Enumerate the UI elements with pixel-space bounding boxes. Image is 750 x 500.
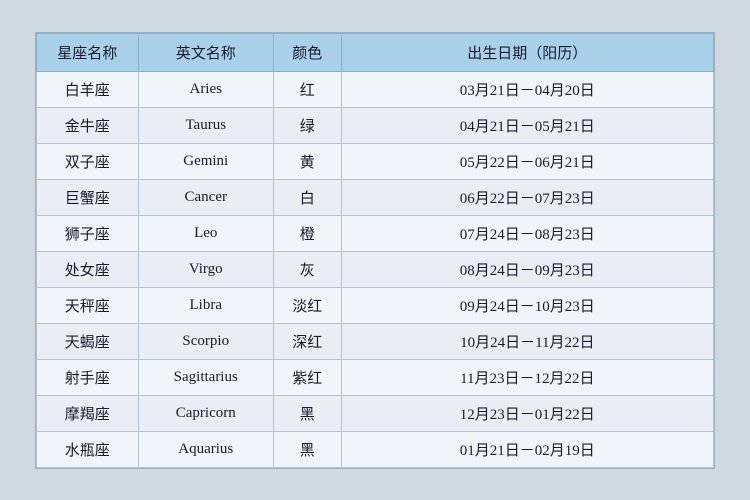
cell-english: Taurus	[138, 107, 273, 143]
cell-date: 04月21日－05月21日	[341, 107, 713, 143]
cell-date: 08月24日－09月23日	[341, 251, 713, 287]
table-row: 天蝎座Scorpio深红10月24日－11月22日	[37, 323, 714, 359]
cell-english: Aquarius	[138, 431, 273, 467]
cell-color: 红	[273, 71, 341, 107]
cell-color: 黑	[273, 431, 341, 467]
cell-english: Aries	[138, 71, 273, 107]
header-english: 英文名称	[138, 33, 273, 71]
cell-color: 紫红	[273, 359, 341, 395]
table-row: 白羊座Aries红03月21日－04月20日	[37, 71, 714, 107]
cell-color: 淡红	[273, 287, 341, 323]
cell-date: 03月21日－04月20日	[341, 71, 713, 107]
cell-english: Sagittarius	[138, 359, 273, 395]
cell-chinese: 白羊座	[37, 71, 139, 107]
cell-color: 白	[273, 179, 341, 215]
header-color: 颜色	[273, 33, 341, 71]
cell-english: Leo	[138, 215, 273, 251]
cell-chinese: 射手座	[37, 359, 139, 395]
table-row: 处女座Virgo灰08月24日－09月23日	[37, 251, 714, 287]
table-row: 水瓶座Aquarius黑01月21日－02月19日	[37, 431, 714, 467]
cell-chinese: 天秤座	[37, 287, 139, 323]
cell-date: 09月24日－10月23日	[341, 287, 713, 323]
cell-english: Gemini	[138, 143, 273, 179]
table-row: 巨蟹座Cancer白06月22日－07月23日	[37, 179, 714, 215]
cell-color: 绿	[273, 107, 341, 143]
cell-color: 灰	[273, 251, 341, 287]
cell-date: 01月21日－02月19日	[341, 431, 713, 467]
table-header-row: 星座名称 英文名称 颜色 出生日期（阳历）	[37, 33, 714, 71]
header-chinese: 星座名称	[37, 33, 139, 71]
cell-english: Virgo	[138, 251, 273, 287]
table-row: 金牛座Taurus绿04月21日－05月21日	[37, 107, 714, 143]
cell-color: 黑	[273, 395, 341, 431]
table-row: 狮子座Leo橙07月24日－08月23日	[37, 215, 714, 251]
cell-date: 07月24日－08月23日	[341, 215, 713, 251]
cell-color: 橙	[273, 215, 341, 251]
cell-date: 06月22日－07月23日	[341, 179, 713, 215]
cell-date: 12月23日－01月22日	[341, 395, 713, 431]
cell-chinese: 水瓶座	[37, 431, 139, 467]
cell-chinese: 金牛座	[37, 107, 139, 143]
cell-chinese: 巨蟹座	[37, 179, 139, 215]
table-row: 天秤座Libra淡红09月24日－10月23日	[37, 287, 714, 323]
cell-chinese: 处女座	[37, 251, 139, 287]
cell-color: 深红	[273, 323, 341, 359]
cell-english: Scorpio	[138, 323, 273, 359]
cell-chinese: 摩羯座	[37, 395, 139, 431]
zodiac-table-container: 星座名称 英文名称 颜色 出生日期（阳历） 白羊座Aries红03月21日－04…	[35, 32, 715, 469]
cell-chinese: 双子座	[37, 143, 139, 179]
cell-date: 11月23日－12月22日	[341, 359, 713, 395]
cell-chinese: 天蝎座	[37, 323, 139, 359]
cell-english: Cancer	[138, 179, 273, 215]
table-row: 摩羯座Capricorn黑12月23日－01月22日	[37, 395, 714, 431]
table-row: 双子座Gemini黄05月22日－06月21日	[37, 143, 714, 179]
cell-chinese: 狮子座	[37, 215, 139, 251]
zodiac-table: 星座名称 英文名称 颜色 出生日期（阳历） 白羊座Aries红03月21日－04…	[36, 33, 714, 468]
table-row: 射手座Sagittarius紫红11月23日－12月22日	[37, 359, 714, 395]
table-body: 白羊座Aries红03月21日－04月20日金牛座Taurus绿04月21日－0…	[37, 71, 714, 467]
cell-color: 黄	[273, 143, 341, 179]
header-date: 出生日期（阳历）	[341, 33, 713, 71]
cell-english: Capricorn	[138, 395, 273, 431]
cell-date: 10月24日－11月22日	[341, 323, 713, 359]
cell-english: Libra	[138, 287, 273, 323]
cell-date: 05月22日－06月21日	[341, 143, 713, 179]
